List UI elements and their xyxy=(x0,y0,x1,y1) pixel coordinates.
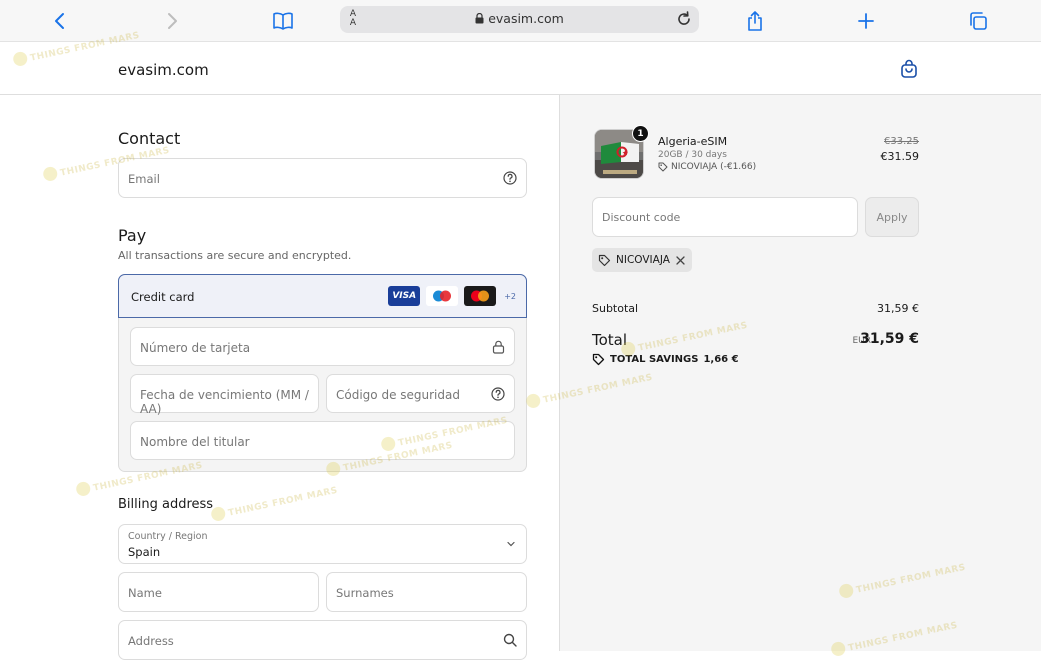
email-field[interactable]: Email xyxy=(118,158,527,198)
help-icon[interactable] xyxy=(503,171,517,185)
apply-button[interactable]: Apply xyxy=(865,197,919,237)
savings-label: TOTAL SAVINGS xyxy=(610,354,699,365)
order-summary: 1 Algeria-eSIM 20GB / 30 days NICOVIAJA … xyxy=(560,95,1041,651)
checkout-form: Contact Email Pay All transactions are s… xyxy=(0,95,560,660)
total-label: Total xyxy=(592,331,628,349)
maestro-logo xyxy=(426,286,459,306)
remove-code-button[interactable] xyxy=(675,255,686,266)
bookmarks-button[interactable] xyxy=(271,9,295,33)
contact-heading: Contact xyxy=(118,129,181,148)
chevron-left-icon xyxy=(55,13,64,29)
more-brands-badge: +2 xyxy=(504,291,516,301)
tabs-overview-button[interactable] xyxy=(966,9,990,33)
security-code-field[interactable]: Código de seguridad xyxy=(326,374,515,413)
tabs-icon xyxy=(970,12,987,30)
discount-code-input[interactable]: Discount code xyxy=(592,197,858,237)
product-discount: NICOVIAJA (-€1.66) xyxy=(658,162,756,172)
product-name: Algeria-eSIM xyxy=(658,135,728,148)
surnames-field[interactable]: Surnames xyxy=(326,572,527,612)
close-icon xyxy=(676,255,685,265)
shopping-bag-icon xyxy=(901,59,917,78)
total-savings: TOTAL SAVINGS 1,66 € xyxy=(592,353,739,366)
share-button[interactable] xyxy=(743,9,767,33)
help-icon[interactable] xyxy=(491,387,505,401)
applied-code-label: NICOVIAJA xyxy=(616,254,670,266)
expiry-field[interactable]: Fecha de vencimiento (MM / AA) xyxy=(130,374,319,416)
card-number-field[interactable]: Número de tarjeta xyxy=(130,327,515,366)
product-variant: 20GB / 30 days xyxy=(658,150,727,160)
share-icon xyxy=(748,11,762,31)
country-select[interactable]: Country / Region Spain xyxy=(118,524,527,564)
brand-logo[interactable]: evasim.com xyxy=(118,61,209,79)
address-field[interactable]: Address xyxy=(118,620,527,660)
subtotal-value: 31,59 € xyxy=(877,302,919,315)
pay-heading: Pay xyxy=(118,226,147,245)
visa-logo: VISA xyxy=(388,286,421,306)
mastercard-logo xyxy=(464,286,497,306)
savings-value: 1,66 € xyxy=(703,354,739,365)
billing-heading: Billing address xyxy=(118,497,214,512)
tag-icon xyxy=(658,162,668,172)
subtotal-label: Subtotal xyxy=(592,302,639,315)
new-tab-button[interactable] xyxy=(854,9,878,33)
quantity-badge: 1 xyxy=(632,125,649,142)
name-field[interactable]: Name xyxy=(118,572,319,612)
browser-toolbar: A A evasim.com xyxy=(0,0,1041,42)
credit-card-panel: Credit card VISA +2 Número de tarjeta Fe… xyxy=(118,274,527,472)
original-price: €33.25 xyxy=(884,136,919,147)
tag-icon xyxy=(598,254,611,267)
url-text: evasim.com xyxy=(488,11,564,26)
card-brands: VISA +2 xyxy=(388,286,516,306)
site-header: evasim.com xyxy=(0,42,1041,95)
lock-icon xyxy=(492,340,505,354)
credit-card-label: Credit card xyxy=(131,290,195,304)
chevron-right-icon xyxy=(168,13,177,29)
cardholder-name-field[interactable]: Nombre del titular xyxy=(130,421,515,460)
lock-icon xyxy=(475,13,484,24)
reload-icon xyxy=(678,11,690,25)
tag-icon xyxy=(592,353,605,366)
cart-button[interactable] xyxy=(900,59,918,79)
plus-icon xyxy=(858,13,874,29)
pay-subtitle: All transactions are secure and encrypte… xyxy=(118,249,352,262)
search-icon xyxy=(503,633,517,647)
total-value: 31,59 € xyxy=(860,331,919,347)
address-bar[interactable]: A A evasim.com xyxy=(340,6,699,33)
applied-discount-chip: NICOVIAJA xyxy=(592,248,692,272)
back-button[interactable] xyxy=(48,9,72,33)
book-icon xyxy=(273,12,293,30)
final-price: €31.59 xyxy=(880,150,920,163)
reload-button[interactable] xyxy=(675,10,693,28)
credit-card-option[interactable]: Credit card VISA +2 xyxy=(118,274,527,318)
forward-button[interactable] xyxy=(160,9,184,33)
chevron-down-icon xyxy=(505,538,517,550)
